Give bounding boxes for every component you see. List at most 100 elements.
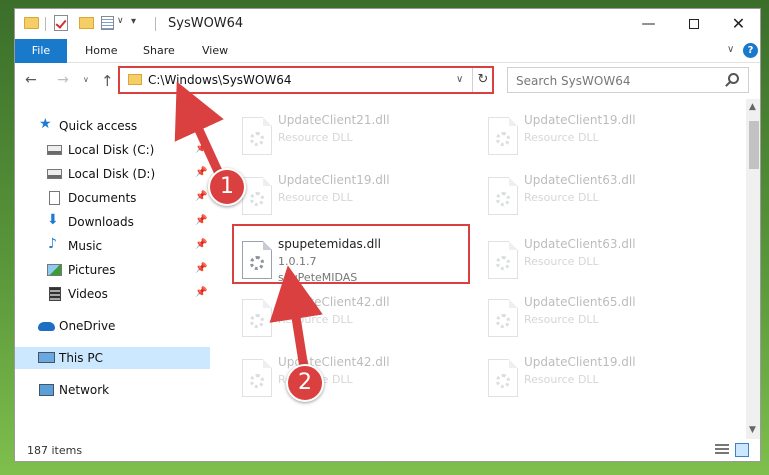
- address-path[interactable]: C:\Windows\SysWOW64: [148, 73, 292, 87]
- dll-file-icon: [242, 241, 272, 279]
- step-badge-2: 2: [286, 364, 324, 402]
- list-item[interactable]: UpdateClient19.dll Resource DLL: [232, 169, 472, 231]
- sidebar-item-pictures[interactable]: Pictures 📌: [15, 259, 210, 281]
- file-description: Resource DLL: [524, 313, 599, 326]
- list-item[interactable]: UpdateClient21.dll Resource DLL: [232, 109, 472, 171]
- folder-icon: [128, 74, 142, 85]
- file-name: UpdateClient42.dll: [278, 295, 390, 309]
- list-item[interactable]: UpdateClient19.dll Resource DLL: [478, 351, 718, 413]
- view-properties-icon[interactable]: [101, 16, 114, 30]
- tab-view[interactable]: View: [202, 39, 228, 63]
- list-item[interactable]: UpdateClient42.dll Resource DLL: [232, 351, 472, 413]
- properties-check-icon[interactable]: [54, 15, 68, 31]
- video-icon: [49, 287, 61, 301]
- maximize-button[interactable]: [671, 9, 716, 39]
- pin-icon[interactable]: 📌: [195, 143, 207, 154]
- dll-file-icon: [488, 241, 518, 279]
- star-icon: ★: [39, 116, 52, 132]
- vertical-scrollbar[interactable]: ▲ ▼: [746, 99, 760, 439]
- file-name: UpdateClient63.dll: [524, 237, 636, 251]
- tab-share[interactable]: Share: [143, 39, 175, 63]
- scroll-up-icon[interactable]: ▲: [749, 102, 756, 112]
- toolbar-separator: [45, 17, 46, 31]
- pin-icon[interactable]: 📌: [195, 191, 207, 202]
- gear-icon: [250, 256, 264, 270]
- tab-file[interactable]: File: [15, 39, 67, 63]
- file-description: Resource DLL: [524, 373, 599, 386]
- list-item[interactable]: UpdateClient63.dll Resource DLL: [478, 233, 718, 295]
- sidebar-item-label: Music: [68, 239, 103, 253]
- sidebar-item-label: Documents: [68, 191, 137, 205]
- dll-file-icon: [488, 299, 518, 337]
- network-icon: [39, 384, 54, 396]
- recent-locations-icon[interactable]: ∨: [83, 75, 89, 84]
- list-item-spupetemidas[interactable]: spupetemidas.dll 1.0.1.7 spuPeteMIDAS: [232, 233, 472, 295]
- document-icon: [49, 191, 60, 205]
- address-bar[interactable]: C:\Windows\SysWOW64 ∨ ↻: [119, 67, 493, 93]
- scroll-down-icon[interactable]: ▼: [749, 425, 756, 435]
- file-name: spupetemidas.dll: [278, 237, 381, 251]
- sidebar-item-network[interactable]: Network: [15, 379, 210, 401]
- file-description: Resource DLL: [524, 191, 599, 204]
- up-button[interactable]: ↑: [101, 72, 114, 90]
- item-count: 187 items: [27, 444, 83, 457]
- address-history-icon[interactable]: ∨: [456, 74, 463, 85]
- list-item[interactable]: UpdateClient65.dll Resource DLL: [478, 291, 718, 353]
- scroll-thumb[interactable]: [749, 121, 759, 169]
- ribbon: File Home Share View ∨ ?: [15, 39, 760, 63]
- navigation-pane: ★ Quick access Local Disk (C:) 📌 Local D…: [15, 99, 210, 439]
- search-input[interactable]: Search SysWOW64: [516, 74, 630, 88]
- file-description: Resource DLL: [524, 131, 599, 144]
- minimize-button[interactable]: —: [626, 9, 671, 39]
- pin-icon[interactable]: 📌: [195, 167, 207, 178]
- back-button[interactable]: ←: [25, 72, 37, 88]
- chevron-down-icon[interactable]: ∨: [117, 16, 124, 26]
- pin-icon[interactable]: 📌: [195, 239, 207, 250]
- toolbar-separator: [155, 17, 156, 31]
- sidebar-item-label: Pictures: [68, 263, 116, 277]
- search-box[interactable]: Search SysWOW64: [507, 67, 749, 93]
- customize-toolbar-icon[interactable]: ▾: [131, 16, 136, 27]
- sidebar-item-label: Downloads: [68, 215, 134, 229]
- title-bar: ∨ ▾ SysWOW64 — ✕: [15, 9, 760, 39]
- sidebar-item-label: Videos: [68, 287, 108, 301]
- tiles-view-icon[interactable]: [735, 443, 749, 457]
- computer-icon: [38, 352, 55, 363]
- list-item[interactable]: UpdateClient42.dll Resource DLL: [232, 291, 472, 353]
- pin-icon[interactable]: 📌: [195, 263, 207, 274]
- list-item[interactable]: UpdateClient63.dll Resource DLL: [478, 169, 718, 231]
- file-name: UpdateClient63.dll: [524, 173, 636, 187]
- sidebar-item-label: Local Disk (D:): [68, 167, 156, 181]
- pictures-icon: [47, 264, 62, 276]
- dll-file-icon: [242, 359, 272, 397]
- file-name: UpdateClient19.dll: [524, 355, 636, 369]
- forward-button[interactable]: →: [57, 72, 69, 88]
- sidebar-item-videos[interactable]: Videos 📌: [15, 283, 210, 305]
- sidebar-item-documents[interactable]: Documents 📌: [15, 187, 210, 209]
- file-description: Resource DLL: [278, 131, 353, 144]
- help-icon[interactable]: ?: [743, 43, 758, 58]
- tab-home[interactable]: Home: [85, 39, 117, 63]
- sidebar-item-label: This PC: [59, 351, 103, 365]
- sidebar-item-music[interactable]: ♪ Music 📌: [15, 235, 210, 257]
- sidebar-item-local-disk-c[interactable]: Local Disk (C:) 📌: [15, 139, 210, 161]
- file-version: 1.0.1.7: [278, 255, 317, 268]
- folder-icon: [24, 17, 39, 29]
- pin-icon[interactable]: 📌: [195, 287, 207, 298]
- file-description: Resource DLL: [278, 313, 353, 326]
- list-item[interactable]: UpdateClient19.dll Resource DLL: [478, 109, 718, 171]
- gear-icon: [496, 314, 510, 328]
- file-name: UpdateClient19.dll: [278, 173, 390, 187]
- pin-icon[interactable]: 📌: [195, 215, 207, 226]
- sidebar-item-this-pc[interactable]: This PC: [15, 347, 210, 369]
- close-button[interactable]: ✕: [716, 9, 760, 39]
- sidebar-item-onedrive[interactable]: OneDrive: [15, 315, 210, 337]
- sidebar-item-quick-access[interactable]: ★ Quick access: [15, 115, 210, 137]
- refresh-button[interactable]: ↻: [472, 68, 493, 92]
- sidebar-item-label: OneDrive: [59, 319, 116, 333]
- expand-ribbon-icon[interactable]: ∨: [727, 44, 734, 55]
- new-folder-icon[interactable]: [79, 17, 94, 29]
- details-view-icon[interactable]: [715, 444, 729, 456]
- sidebar-item-downloads[interactable]: ⬇ Downloads 📌: [15, 211, 210, 233]
- sidebar-item-local-disk-d[interactable]: Local Disk (D:) 📌: [15, 163, 210, 185]
